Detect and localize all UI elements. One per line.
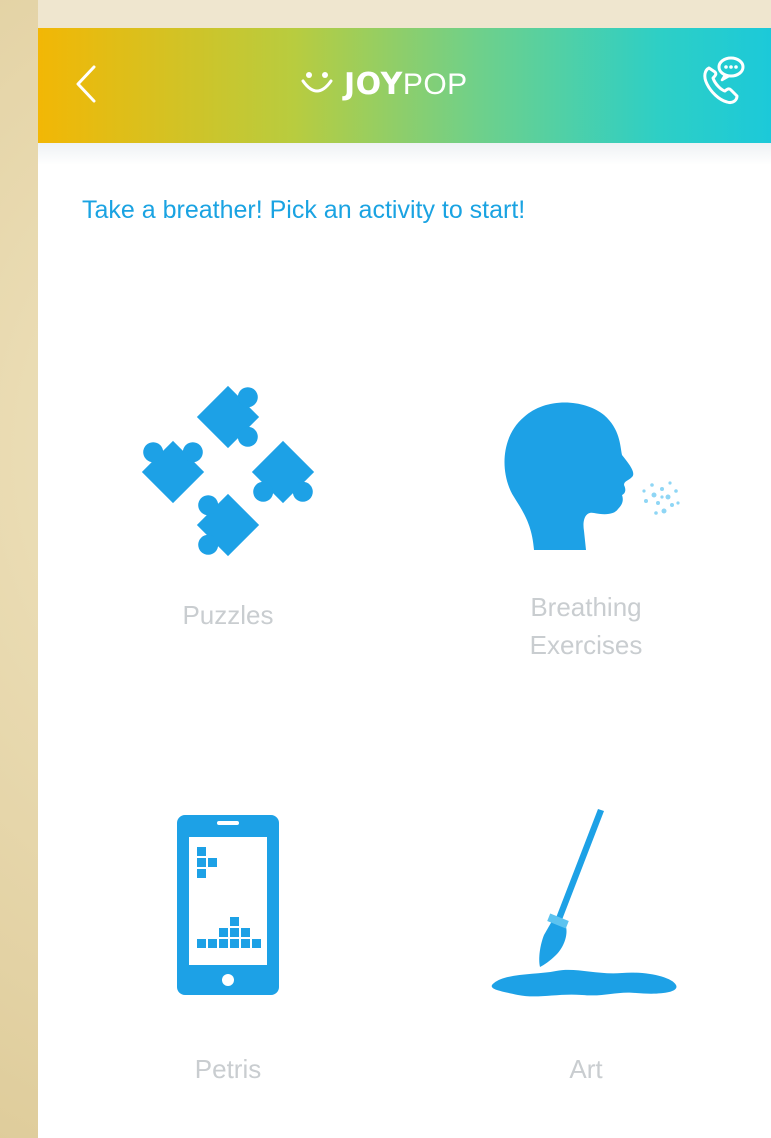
activity-label-art: Art	[569, 1054, 603, 1084]
art-icon-box	[456, 809, 716, 1000]
tetris-phone-icon	[177, 814, 279, 995]
paintbrush-icon	[491, 809, 677, 997]
logo-text: JOYPOP	[344, 67, 468, 102]
prompt-text: Take a breather! Pick an activity to sta…	[82, 196, 526, 224]
smile-icon	[301, 72, 333, 93]
app-header: JOYPOP	[38, 28, 771, 143]
header-shadow	[38, 143, 771, 165]
activity-petris[interactable]: Petris	[98, 810, 358, 1088]
app-logo: JOYPOP	[300, 62, 468, 106]
logo-pop: POP	[402, 67, 468, 101]
activity-breathing-exercises[interactable]: Breathing Exercises	[456, 370, 716, 664]
phone-screen: JOYPOP Take a breather! Pick an activity…	[38, 0, 771, 1138]
back-button[interactable]	[68, 58, 104, 110]
activity-label-puzzles: Puzzles	[182, 600, 274, 630]
breathing-head-icon	[504, 402, 680, 550]
breathing-icon-box	[456, 370, 716, 570]
chevron-left-icon	[76, 65, 96, 103]
status-strip	[38, 0, 771, 28]
activity-label-petris: Petris	[194, 1054, 262, 1084]
activity-label-breathing: Breathing Exercises	[529, 592, 643, 660]
puzzle-icon-box	[98, 370, 358, 570]
phone-chat-icon	[703, 56, 745, 104]
logo-joy: JOY	[344, 66, 403, 102]
activity-art[interactable]: Art	[456, 809, 716, 1088]
background-frame: JOYPOP Take a breather! Pick an activity…	[0, 0, 771, 1138]
petris-icon-box	[98, 810, 358, 1000]
puzzle-pieces-icon	[141, 385, 315, 557]
call-chat-button[interactable]	[698, 50, 748, 110]
activity-puzzles[interactable]: Puzzles	[98, 370, 358, 634]
